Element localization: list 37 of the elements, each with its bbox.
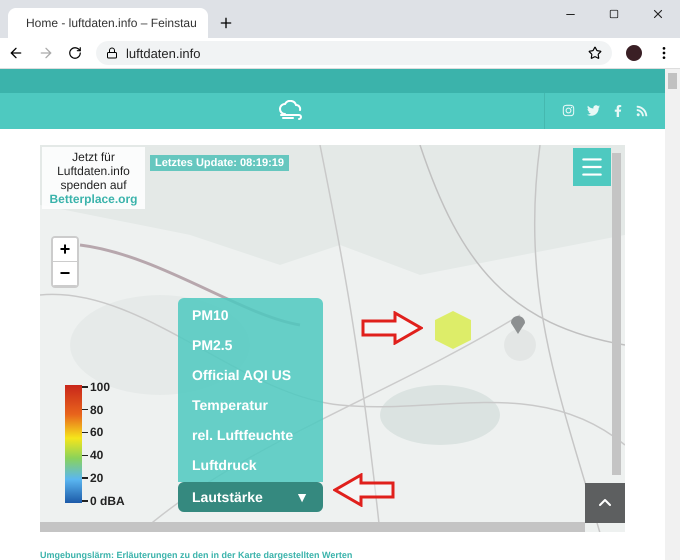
scale-label: 40 — [90, 448, 104, 462]
info-link[interactable]: Umgebungslärm: Erläuterungen zu den in der Karte dargestellten Werten — [40, 550, 665, 560]
scrollbar[interactable] — [40, 522, 585, 532]
profile-avatar[interactable] — [626, 45, 642, 61]
arrow-annotation — [333, 472, 395, 507]
new-tab-icon[interactable] — [218, 15, 234, 31]
scale-label: 20 — [90, 471, 104, 486]
update-badge: Letztes Update: 08:19:19 — [150, 154, 289, 171]
layer-option[interactable]: PM10 — [178, 300, 323, 330]
hexagon-marker — [435, 310, 471, 349]
browser-tab[interactable]: Home - luftdaten.info – Feinstau — [8, 8, 208, 38]
layer-option[interactable]: Official AQI US — [178, 360, 323, 390]
scale-label: 0 dBA — [90, 494, 125, 508]
layer-dropdown[interactable]: Lautstärke ▼ — [178, 482, 323, 512]
scale-label: 60 — [90, 425, 104, 440]
address-bar[interactable]: luftdaten.info — [96, 41, 612, 65]
layer-option[interactable]: PM2.5 — [178, 330, 323, 360]
star-icon[interactable] — [588, 46, 602, 60]
arrow-annotation — [361, 310, 423, 345]
maximize-icon[interactable] — [609, 9, 619, 19]
donation-text: Jetzt für Luftdaten.info spenden auf — [56, 150, 131, 192]
scale-label: 100 — [90, 380, 110, 394]
reload-icon[interactable] — [68, 46, 82, 60]
page-scrollbar[interactable] — [665, 69, 680, 560]
scroll-top-button[interactable] — [585, 482, 625, 523]
scrollbar[interactable] — [612, 152, 621, 475]
layer-option[interactable]: Luftdruck — [178, 450, 323, 480]
tab-title: Home - luftdaten.info – Feinstau — [26, 16, 197, 30]
donation-link[interactable]: Betterplace.org — [49, 192, 138, 206]
chevron-up-icon — [599, 499, 611, 506]
back-icon[interactable] — [8, 45, 24, 61]
zoom-in-button[interactable]: + — [53, 238, 77, 262]
close-icon[interactable] — [651, 7, 665, 21]
lock-icon — [106, 47, 118, 59]
scale-label: 80 — [90, 402, 104, 417]
layer-option[interactable]: Temperatur — [178, 390, 323, 420]
layer-option[interactable]: rel. Luftfeuchte — [178, 420, 323, 450]
